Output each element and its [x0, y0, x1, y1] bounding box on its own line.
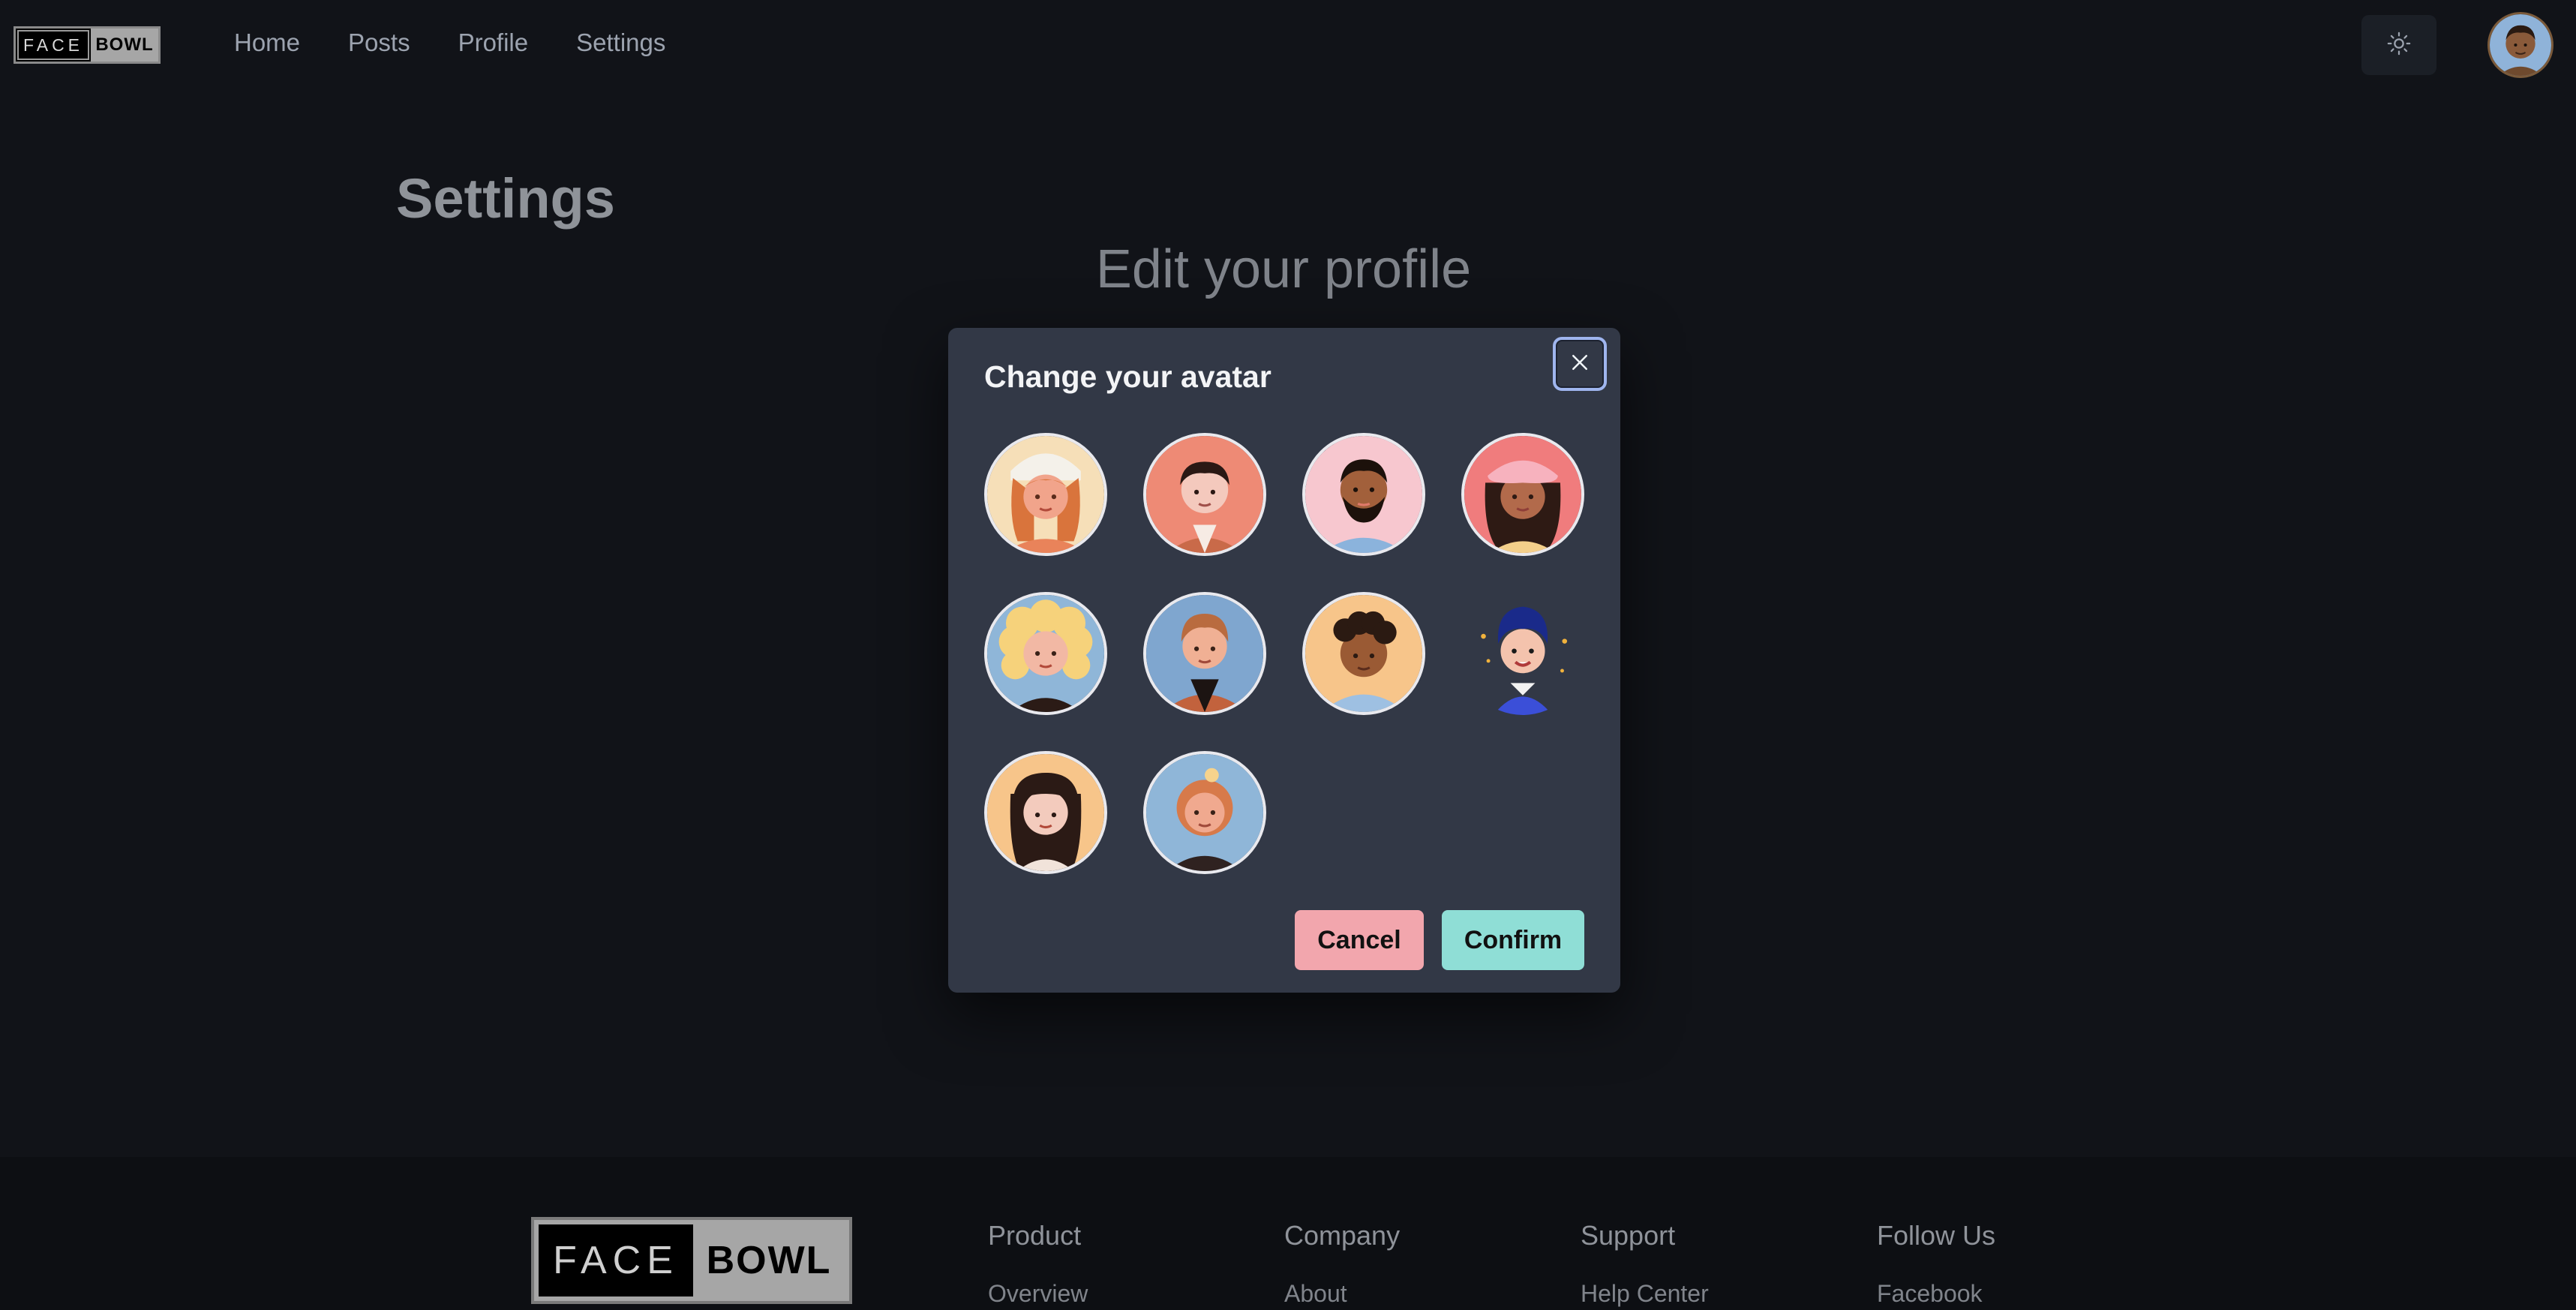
cancel-button[interactable]: Cancel [1295, 910, 1424, 970]
footer-column-product: Product Overview [988, 1220, 1088, 1308]
footer-column-follow-us: Follow Us Facebook [1877, 1220, 1995, 1308]
nav-settings[interactable]: Settings [576, 29, 665, 57]
footer-logo[interactable]: FACE BOWL [531, 1217, 852, 1304]
nav-home[interactable]: Home [234, 29, 300, 57]
footer-heading: Support [1581, 1220, 1676, 1251]
avatar-option-4[interactable] [1461, 433, 1584, 556]
footer-heading: Product [988, 1220, 1082, 1251]
facebowl-logo[interactable]: FACE BOWL [14, 26, 161, 64]
footer-column-support: Support Help Center [1581, 1220, 1709, 1308]
user-avatar[interactable] [2487, 12, 2553, 78]
avatar-option-9[interactable] [984, 751, 1107, 874]
avatar-option-8[interactable] [1461, 592, 1584, 715]
footer: FACE BOWL Product Overview Company About… [0, 1157, 2576, 1310]
footer-heading: Follow Us [1877, 1220, 1996, 1251]
nav-posts[interactable]: Posts [348, 29, 410, 57]
theme-toggle-button[interactable] [2361, 15, 2436, 75]
avatar-option-3[interactable] [1302, 433, 1425, 556]
top-navbar: FACE BOWL Home Posts Profile Settings [0, 0, 2576, 90]
footer-link[interactable]: About [1284, 1280, 1400, 1308]
avatar-option-6[interactable] [1143, 592, 1266, 715]
footer-link[interactable]: Help Center [1581, 1280, 1709, 1308]
sun-icon [2386, 31, 2412, 60]
nav-profile[interactable]: Profile [458, 29, 529, 57]
logo-face-text: FACE [17, 30, 89, 60]
avatar-option-7[interactable] [1302, 592, 1425, 715]
footer-link[interactable]: Facebook [1877, 1280, 1995, 1308]
change-avatar-modal: Change your avatar Cancel Confirm [948, 328, 1620, 993]
footer-column-company: Company About [1284, 1220, 1400, 1308]
footer-link[interactable]: Overview [988, 1280, 1088, 1308]
edit-profile-heading-text: Edit your profile [1095, 239, 1472, 299]
edit-profile-heading: Edit your profile [0, 239, 2576, 300]
avatar-option-10[interactable] [1143, 751, 1266, 874]
footer-heading: Company [1284, 1220, 1401, 1251]
avatar-option-2[interactable] [1143, 433, 1266, 556]
main-nav: Home Posts Profile Settings [234, 29, 665, 57]
logo-bowl-text: BOWL [91, 29, 158, 62]
close-icon [1569, 351, 1591, 377]
avatar-option-1[interactable] [984, 433, 1107, 556]
close-modal-button[interactable] [1553, 337, 1607, 391]
avatar-option-5[interactable] [984, 592, 1107, 715]
confirm-button[interactable]: Confirm [1442, 910, 1584, 970]
footer-logo-bowl: BOWL [706, 1239, 832, 1282]
page-title: Settings [396, 167, 615, 230]
modal-title: Change your avatar [984, 359, 1271, 394]
footer-logo-face: FACE [539, 1224, 693, 1296]
